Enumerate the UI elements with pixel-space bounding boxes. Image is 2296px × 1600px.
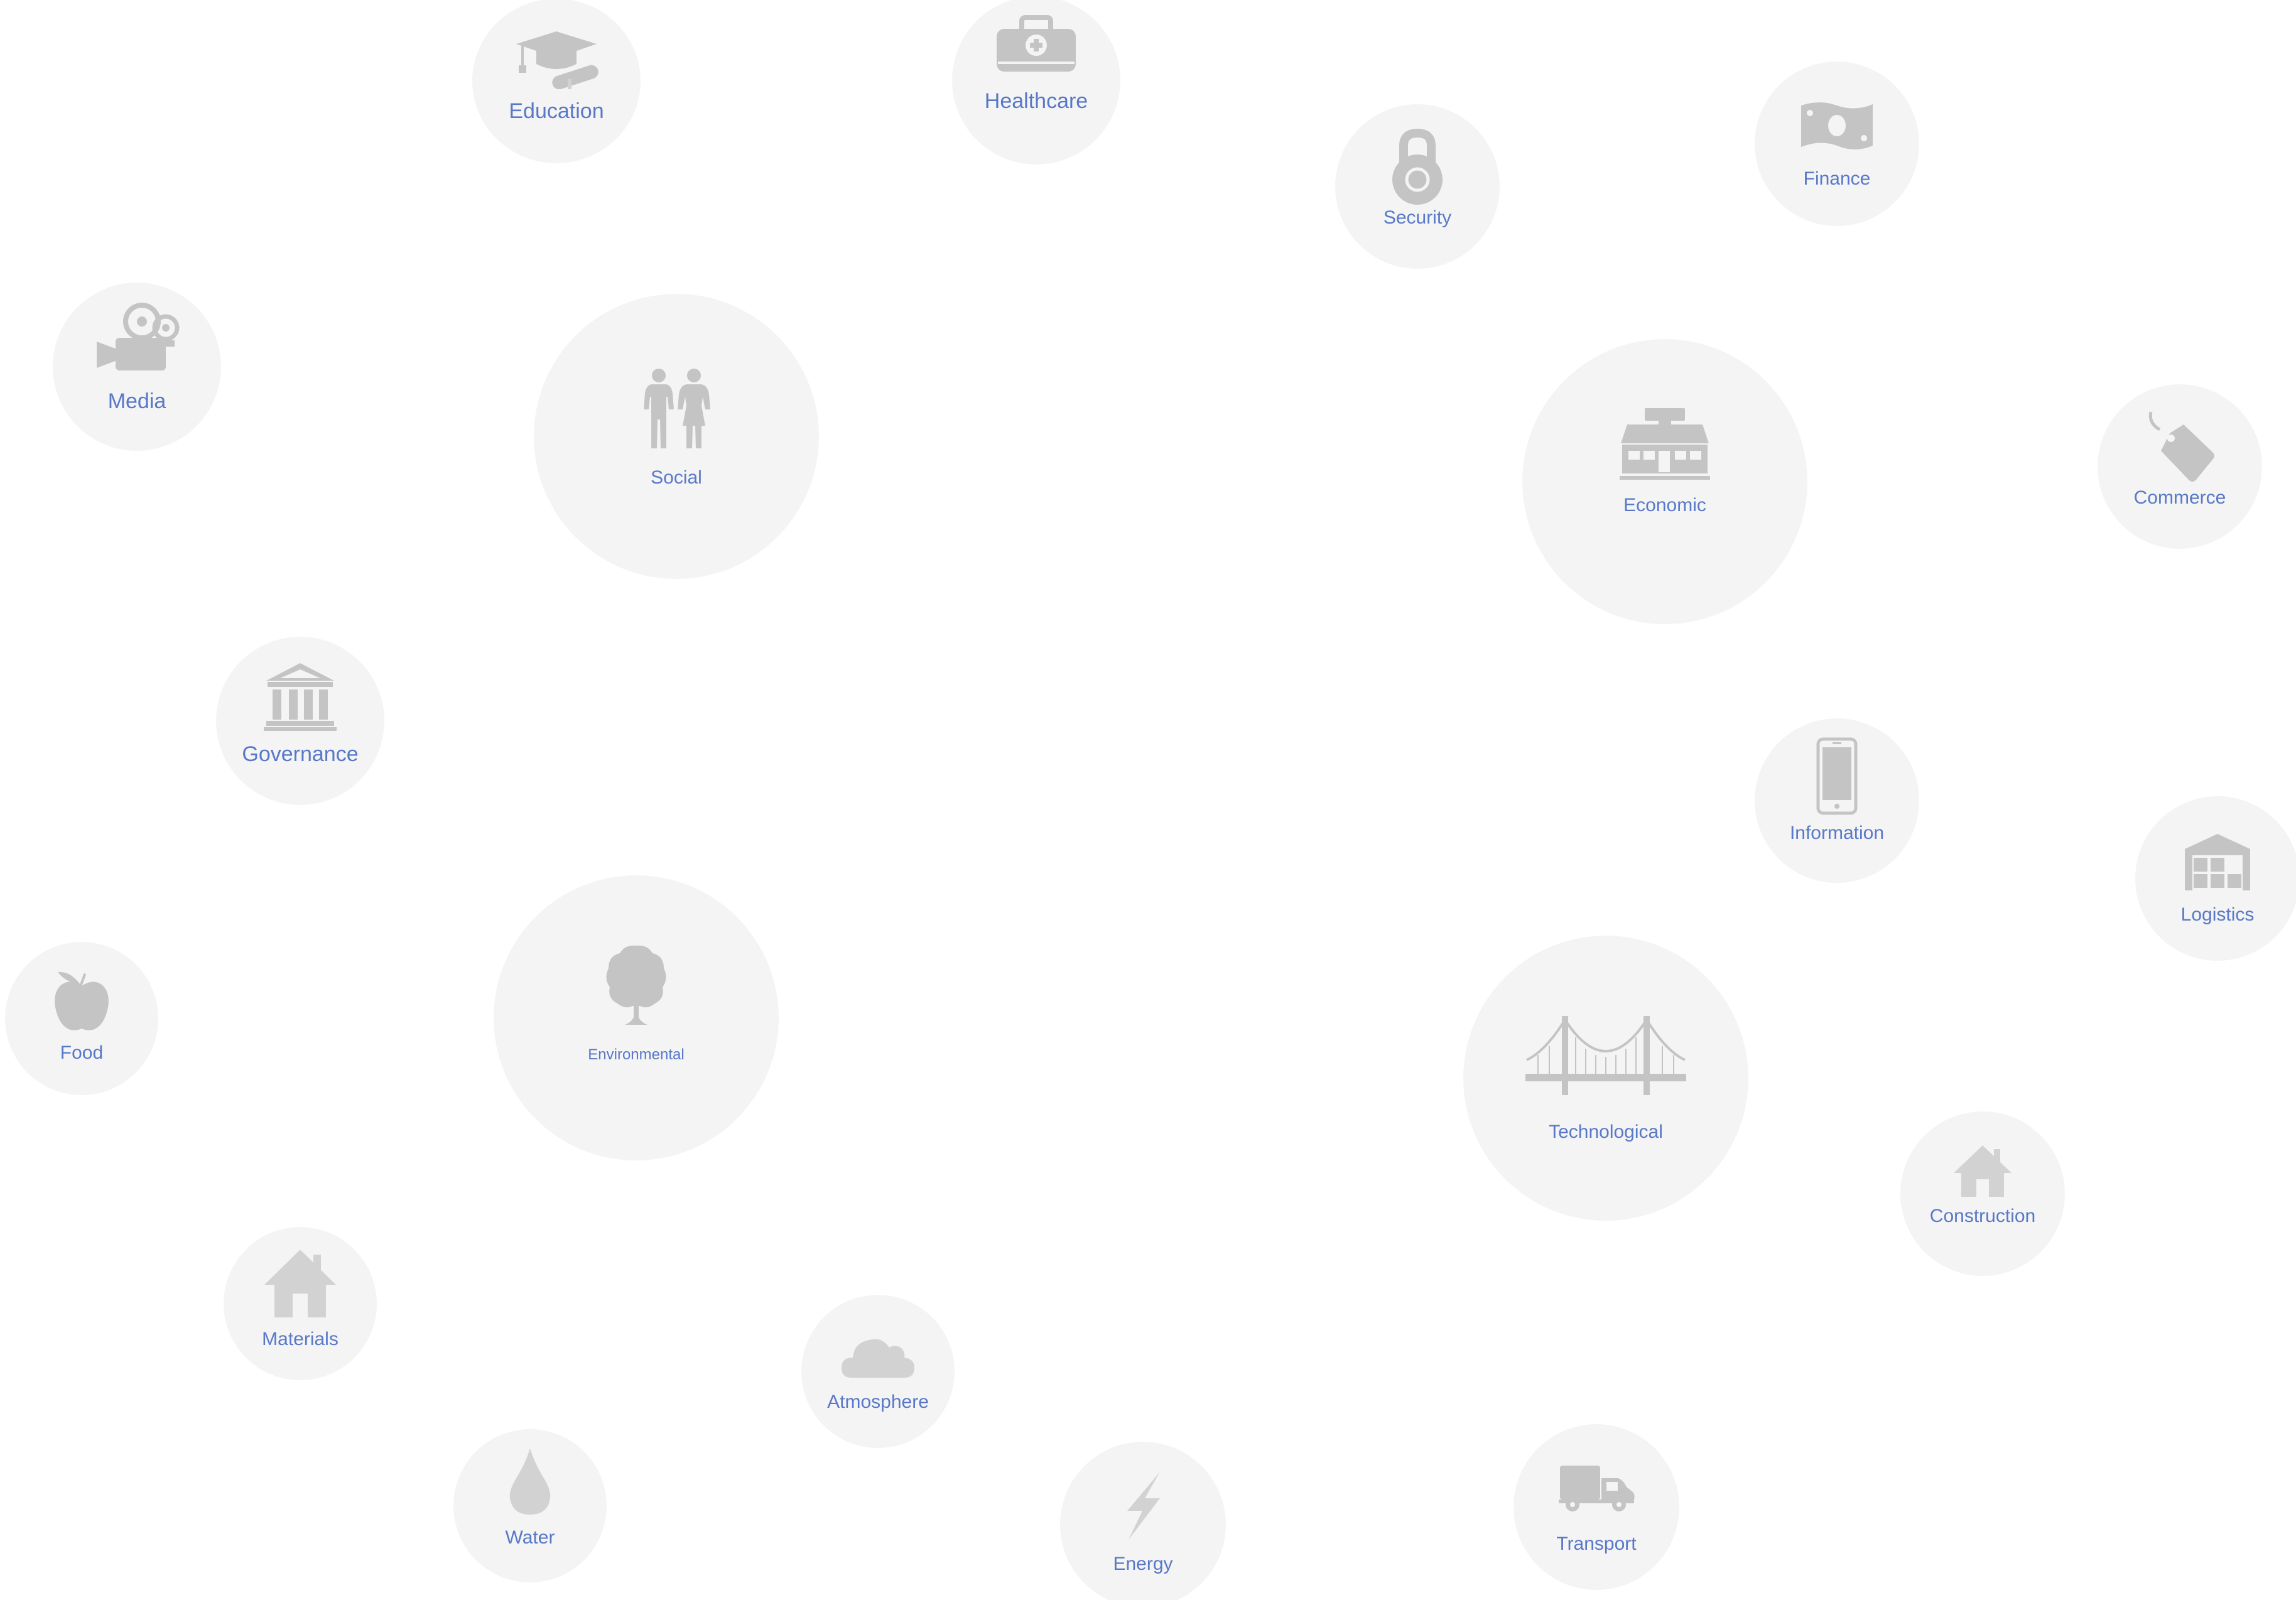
node-healthcare[interactable]: Healthcare [952,0,1120,165]
house-icon [263,1248,337,1319]
delivery-truck-icon [1557,1463,1635,1513]
node-label: Transport [1556,1533,1637,1554]
node-label: Construction [1929,1206,2036,1226]
house-icon [1952,1144,2013,1198]
node-label: Healthcare [984,89,1088,113]
padlock-icon [1392,128,1443,205]
node-energy[interactable]: Energy [1060,1442,1226,1600]
node-materials[interactable]: Materials [224,1227,377,1380]
node-label: Security [1383,207,1452,228]
node-label: Information [1789,823,1885,843]
node-technological[interactable]: Technological [1463,936,1748,1221]
node-social[interactable]: Social [534,294,819,579]
node-commerce[interactable]: Commerce [2098,384,2262,549]
government-building-icon [264,662,337,731]
lightning-bolt-icon [1122,1471,1164,1541]
warehouse-icon [2181,831,2254,892]
medical-bag-icon [995,15,1077,73]
theme-bubble-diagram: Education Healthcare Security Finance Me… [0,0,2296,1600]
node-food[interactable]: Food [5,942,158,1095]
price-tag-icon [2142,407,2217,485]
node-governance[interactable]: Governance [216,637,384,805]
node-label: Technological [1549,1122,1663,1142]
node-label: Food [60,1042,104,1063]
node-logistics[interactable]: Logistics [2135,796,2296,961]
node-construction[interactable]: Construction [1900,1111,2065,1276]
node-label: Economic [1623,495,1706,516]
node-media[interactable]: Media [53,283,221,451]
banknote-icon [1799,99,1875,152]
node-label: Finance [1803,168,1871,189]
apple-icon [51,970,112,1032]
node-label: Atmosphere [827,1392,929,1412]
tree-icon [604,943,669,1027]
node-label: Social [651,467,702,488]
smartphone-icon [1816,737,1858,815]
film-camera-icon [93,303,181,373]
water-drop-icon [507,1447,553,1516]
node-label: Water [505,1527,555,1548]
node-label: Logistics [2180,904,2255,925]
node-label: Governance [242,742,359,766]
node-water[interactable]: Water [453,1429,607,1582]
node-label: Energy [1113,1554,1173,1574]
node-finance[interactable]: Finance [1755,62,1919,226]
cloud-icon [840,1334,916,1379]
node-label: Materials [262,1329,338,1349]
people-icon [640,368,713,450]
node-information[interactable]: Information [1755,718,1919,883]
node-label: Commerce [2133,487,2226,508]
node-label: Education [509,99,604,123]
storefront-icon [1620,407,1710,482]
node-atmosphere[interactable]: Atmosphere [801,1295,955,1448]
bridge-icon [1525,1014,1686,1096]
node-label: Environmental [588,1046,685,1063]
node-education[interactable]: Education [472,0,641,163]
node-label: Media [107,389,166,413]
node-security[interactable]: Security [1335,104,1500,269]
node-economic[interactable]: Economic [1522,339,1807,624]
graduation-cap-icon [512,26,600,89]
node-transport[interactable]: Transport [1514,1424,1679,1590]
node-environmental[interactable]: Environmental [494,875,779,1160]
